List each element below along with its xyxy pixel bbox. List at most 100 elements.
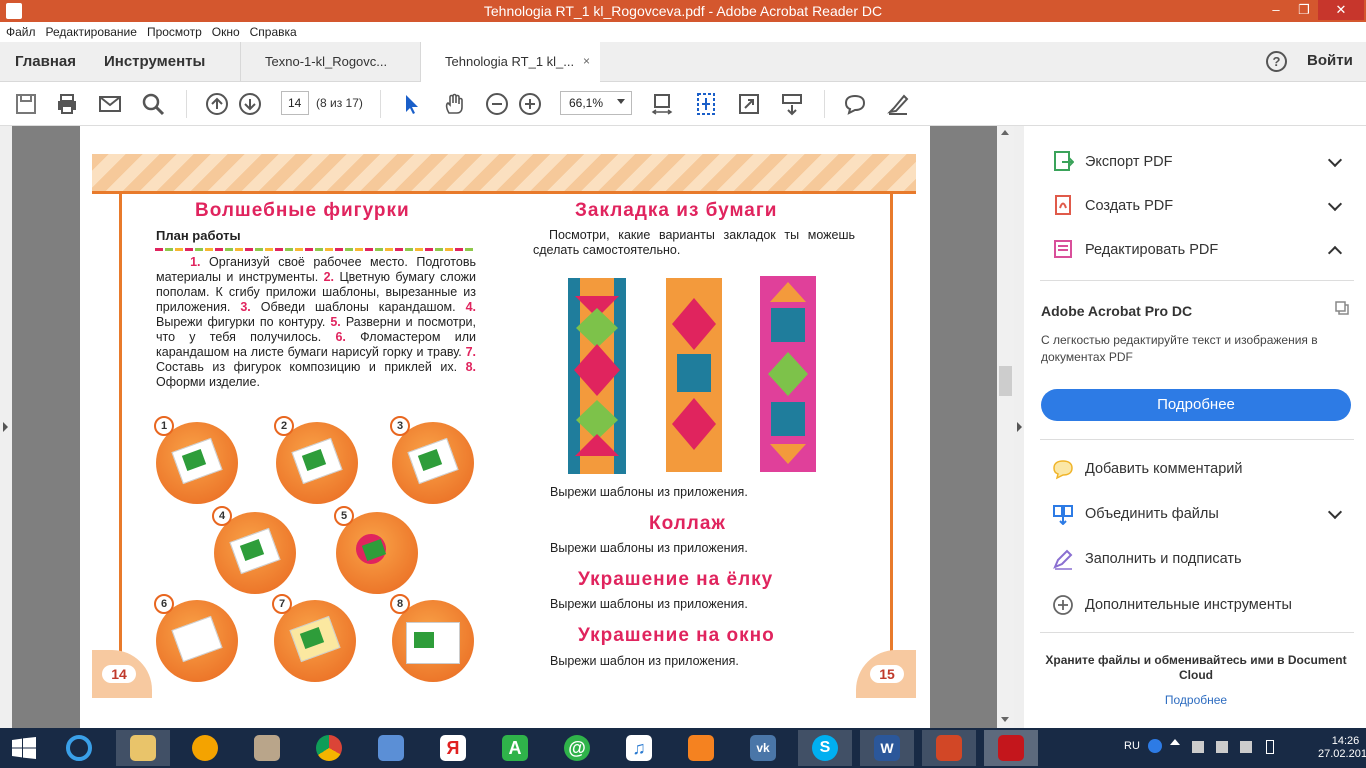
step-illustration: 8 [390, 594, 474, 682]
speaker-icon [378, 735, 404, 761]
scroll-up-icon[interactable] [1001, 130, 1009, 135]
tab-document-2[interactable]: Tehnologia RT_1 kl_... × [420, 42, 600, 83]
app-taskbar-button[interactable] [240, 730, 294, 766]
zoom-select[interactable]: 66,1% [560, 91, 632, 115]
cloud-learn-more-link[interactable]: Подробнее [1041, 693, 1351, 707]
left-title: Волшебные фигурки [195, 200, 410, 221]
acrobat-taskbar-button[interactable] [984, 730, 1038, 766]
sign-in-button[interactable]: Войти [1307, 52, 1353, 69]
minimize-button[interactable]: – [1262, 0, 1290, 20]
full-screen-icon[interactable] [737, 92, 761, 116]
language-indicator[interactable]: RU [1124, 740, 1140, 752]
powerpoint-taskbar-button[interactable] [922, 730, 976, 766]
step-badge: 4 [212, 506, 232, 526]
add-comment-item[interactable]: Добавить комментарий [1085, 461, 1243, 477]
flag-icon[interactable] [1216, 741, 1228, 753]
fit-width-icon[interactable] [650, 92, 674, 116]
word-taskbar-button[interactable]: W [860, 730, 914, 766]
mail-taskbar-button[interactable]: @ [550, 730, 604, 766]
volume-icon[interactable] [1240, 741, 1252, 753]
close-tab-icon[interactable]: × [583, 54, 590, 68]
tab-home[interactable]: Главная [15, 53, 76, 70]
right-page-number-badge: 15 [856, 650, 916, 698]
step-badge: 7 [272, 594, 292, 614]
comment-icon[interactable] [843, 92, 867, 116]
zoom-in-icon[interactable] [518, 92, 542, 116]
clock-time: 14:26 [1331, 735, 1360, 747]
print-icon[interactable] [55, 92, 79, 116]
more-tools-item[interactable]: Дополнительные инструменты [1085, 597, 1292, 613]
green-tree [414, 632, 434, 648]
intro-text: Посмотри, какие варианты закладок ты мож… [533, 228, 855, 257]
music-taskbar-button[interactable]: ♫ [612, 730, 666, 766]
fit-page-icon[interactable] [694, 92, 718, 116]
left-panel-toggle[interactable] [0, 126, 12, 728]
network-icon[interactable] [1192, 741, 1204, 753]
zoom-out-icon[interactable] [485, 92, 509, 116]
search-icon[interactable] [141, 92, 165, 116]
divider [1040, 439, 1354, 440]
right-title: Закладка из бумаги [575, 200, 778, 221]
tree-heading: Украшение на ёлку [578, 569, 774, 590]
help-tray-icon[interactable] [1148, 739, 1162, 753]
ie-taskbar-button[interactable] [52, 730, 106, 766]
clock[interactable]: 14:2627.02.2017 [1318, 735, 1366, 761]
mail-icon[interactable] [98, 92, 122, 116]
file-explorer-icon [130, 735, 156, 761]
page-number-input[interactable]: 14 [281, 91, 309, 115]
help-icon[interactable]: ? [1266, 51, 1287, 72]
menu-view[interactable]: Просмотр [141, 22, 206, 39]
windows-start-icon[interactable] [12, 737, 36, 759]
vk-taskbar-button[interactable]: vk [736, 730, 790, 766]
step-text: Составь из фигурок композицию и приклей … [156, 360, 466, 374]
ok-taskbar-button[interactable] [674, 730, 728, 766]
app-taskbar-button[interactable] [178, 730, 232, 766]
step-illustration: 2 [274, 416, 358, 504]
select-cursor-icon[interactable] [400, 92, 424, 116]
save-icon[interactable] [14, 92, 38, 116]
scroll-mode-icon[interactable] [780, 92, 804, 116]
edit-pdf-icon [1054, 240, 1072, 258]
previous-page-icon[interactable] [205, 92, 229, 116]
combine-files-item[interactable]: Объединить файлы [1085, 506, 1219, 522]
document-viewport[interactable]: 14 15 Волшебные фигурки План работы 1. О… [0, 126, 1014, 728]
scrollbar-thumb[interactable] [999, 366, 1012, 396]
instruction-paragraph: 1. Организуй своё рабочее место. Подгото… [156, 255, 476, 390]
skype-taskbar-button[interactable]: S [798, 730, 852, 766]
audio-taskbar-button[interactable] [364, 730, 418, 766]
maximize-button[interactable]: ❐ [1290, 0, 1318, 20]
tab-tools[interactable]: Инструменты [104, 53, 205, 70]
collapse-pane-icon [1017, 422, 1022, 432]
battery-icon[interactable] [1266, 740, 1274, 754]
explorer-taskbar-button[interactable] [116, 730, 170, 766]
export-pdf-icon [1054, 151, 1074, 171]
learn-more-button[interactable]: Подробнее [1041, 389, 1351, 421]
export-pdf-item[interactable]: Экспорт PDF [1085, 154, 1173, 170]
next-page-icon[interactable] [238, 92, 262, 116]
edit-pdf-item[interactable]: Редактировать PDF [1085, 242, 1218, 258]
comment-icon [1053, 460, 1073, 480]
scroll-down-icon[interactable] [1001, 717, 1009, 722]
menu-file[interactable]: Файл [0, 22, 40, 39]
create-pdf-item[interactable]: Создать PDF [1085, 198, 1173, 214]
highlight-pen-icon[interactable] [886, 92, 910, 116]
collapse-pane-handle[interactable] [1014, 126, 1024, 728]
music-icon: ♫ [626, 735, 652, 761]
pdf-page: 14 15 Волшебные фигурки План работы 1. О… [80, 126, 930, 728]
menu-window[interactable]: Окно [206, 22, 244, 39]
page-header-decoration [92, 154, 916, 194]
hand-tool-icon[interactable] [442, 92, 466, 116]
media-app-icon [192, 735, 218, 761]
tab-document-1[interactable]: Texno-1-kl_Rogovc... [240, 42, 420, 82]
app-taskbar-button[interactable]: A [488, 730, 542, 766]
close-button[interactable]: ✕ [1318, 0, 1364, 20]
yandex-taskbar-button[interactable]: Я [426, 730, 480, 766]
menu-help[interactable]: Справка [244, 22, 301, 39]
vertical-scrollbar[interactable] [997, 126, 1014, 728]
fill-sign-item[interactable]: Заполнить и подписать [1085, 551, 1242, 567]
show-hidden-icons[interactable] [1170, 739, 1180, 745]
menu-edit[interactable]: Редактирование [40, 22, 141, 39]
copy-icon[interactable] [1334, 300, 1350, 316]
chrome-taskbar-button[interactable] [302, 730, 356, 766]
zoom-value: 66,1% [569, 96, 604, 110]
